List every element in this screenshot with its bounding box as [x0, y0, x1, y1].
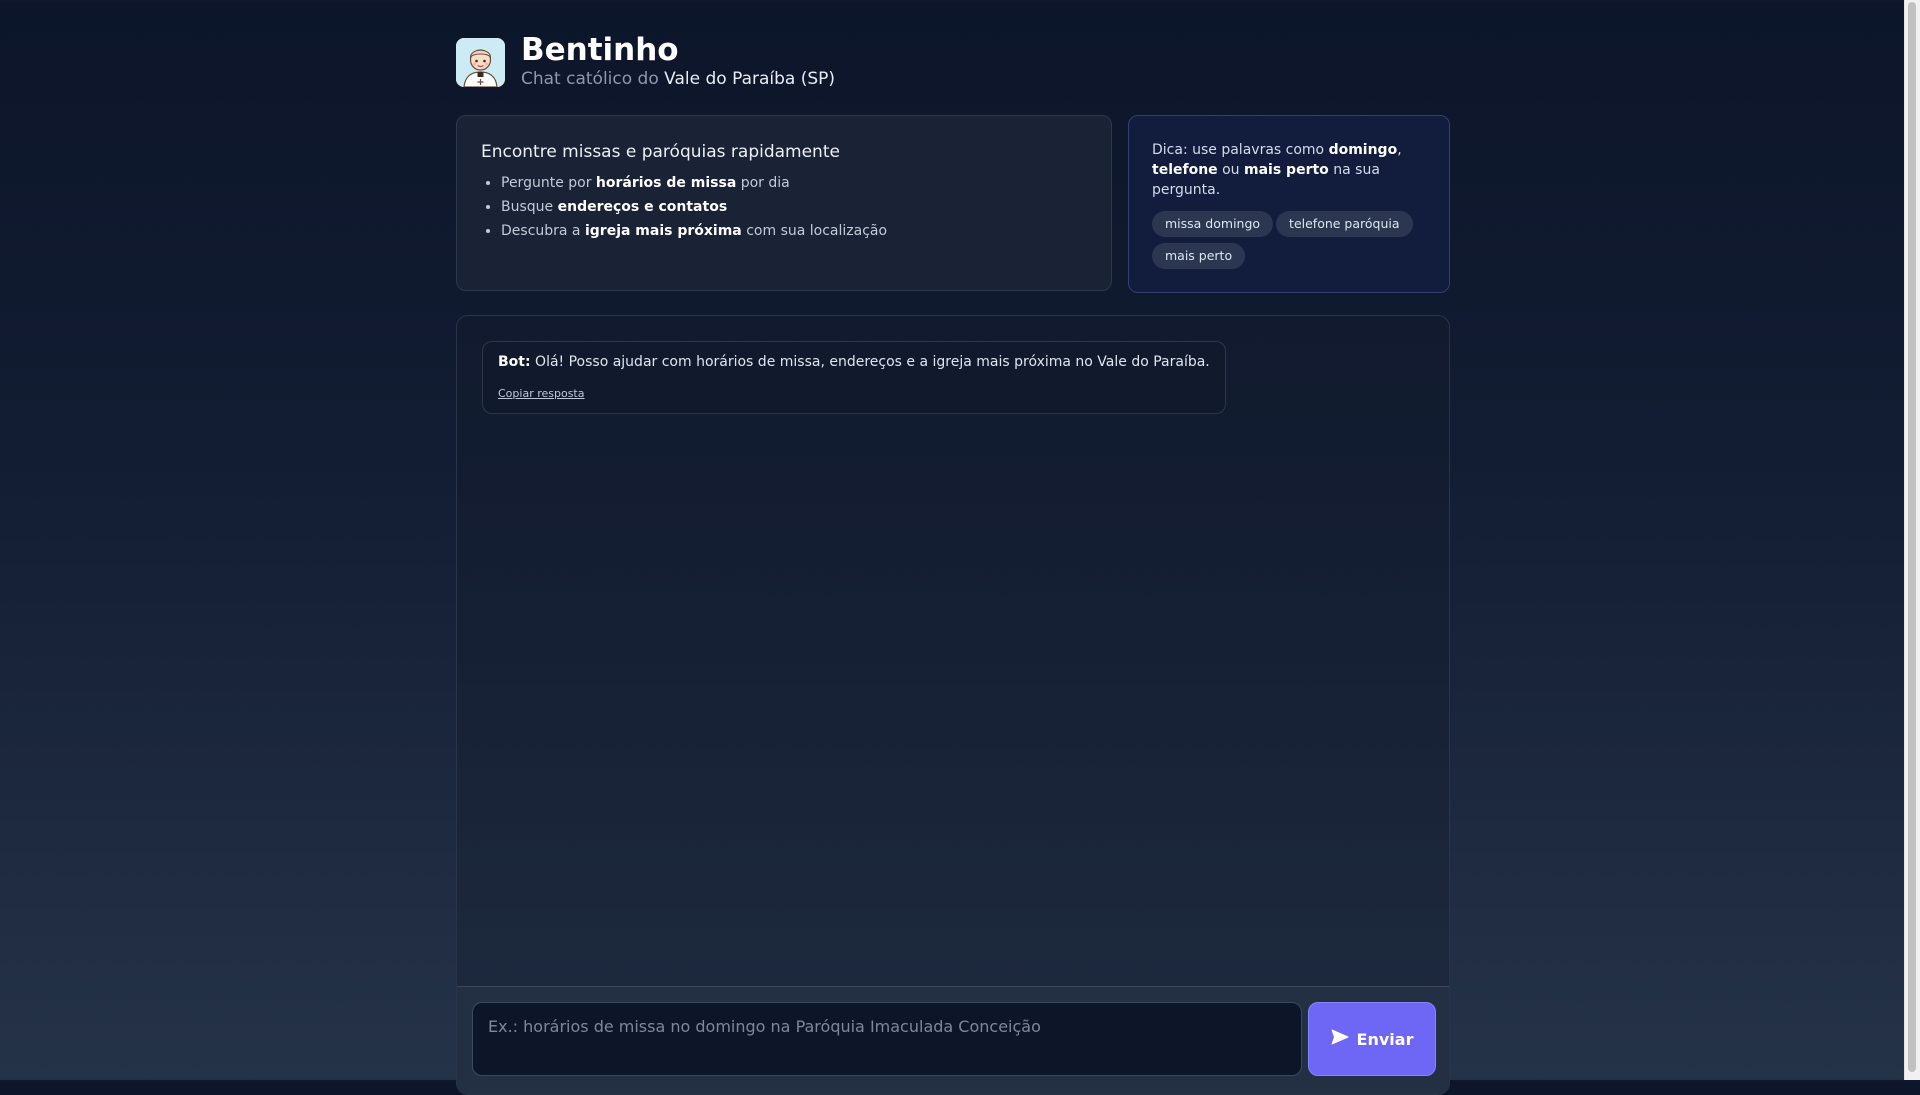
chip-mais-perto[interactable]: mais perto	[1152, 243, 1246, 269]
feature-highlight: horários de missa	[595, 175, 737, 191]
feature-text: Busque	[501, 199, 554, 215]
feature-item: Descubra a igreja mais próxima com sua l…	[501, 219, 887, 243]
tip-fragment: Dica: use palavras como	[1152, 142, 1325, 158]
tip-keyword: domingo	[1328, 142, 1398, 158]
bot-message-text: Bot: Olá! Posso ajudar com horários de m…	[498, 354, 1210, 370]
chat-panel: Bot: Olá! Posso ajudar com horários de m…	[456, 315, 1450, 1095]
tip-card: Dica: use palavras como domingo, telefon…	[1128, 115, 1450, 293]
info-card: Encontre missas e paróquias rapidamente …	[456, 115, 1112, 291]
feature-text: Descubra a	[501, 223, 581, 239]
subtitle-region: Vale do Paraíba (SP)	[664, 69, 836, 89]
feature-text: Pergunte por	[501, 175, 592, 191]
tip-keyword: mais perto	[1244, 162, 1329, 178]
feature-item: Busque endereços e contatos	[501, 195, 887, 219]
chip-telefone-paroquia[interactable]: telefone paróquia	[1276, 211, 1413, 237]
tip-keyword: telefone	[1152, 162, 1218, 178]
page-scrollbar[interactable]	[1904, 0, 1920, 1080]
feature-text: com sua localização	[746, 223, 888, 239]
send-icon	[1331, 1029, 1349, 1049]
send-button-label: Enviar	[1356, 1029, 1414, 1049]
priest-avatar-icon	[456, 38, 505, 87]
bot-message: Bot: Olá! Posso ajudar com horários de m…	[482, 341, 1226, 414]
feature-text: por dia	[740, 175, 790, 191]
app-subtitle: Chat católico do Vale do Paraíba (SP)	[521, 69, 835, 89]
message-input[interactable]	[472, 1002, 1302, 1076]
chip-missa-domingo[interactable]: missa domingo	[1152, 211, 1274, 237]
subtitle-prefix: Chat católico do	[521, 69, 659, 89]
send-button[interactable]: Enviar	[1308, 1002, 1436, 1076]
tip-fragment: ou	[1222, 162, 1240, 178]
scrollbar-thumb[interactable]	[1908, 2, 1916, 1072]
message-composer: Enviar	[457, 986, 1449, 1094]
suggestion-chips: missa domingo telefone paróquia mais perto	[1152, 211, 1432, 275]
feature-item: Pergunte por horários de missa por dia	[501, 171, 887, 195]
feature-list: Pergunte por horários de missa por dia B…	[481, 171, 887, 243]
message-sender: Bot:	[498, 354, 531, 370]
message-body: Olá! Posso ajudar com horários de missa,…	[535, 354, 1210, 370]
copy-response-link[interactable]: Copiar resposta	[498, 387, 585, 400]
feature-highlight: igreja mais próxima	[584, 223, 742, 239]
tip-fragment: ,	[1397, 142, 1402, 158]
app-title: Bentinho	[521, 32, 679, 68]
info-card-title: Encontre missas e paróquias rapidamente	[481, 142, 840, 162]
feature-highlight: endereços e contatos	[557, 199, 728, 215]
tip-text: Dica: use palavras como domingo, telefon…	[1152, 140, 1422, 200]
